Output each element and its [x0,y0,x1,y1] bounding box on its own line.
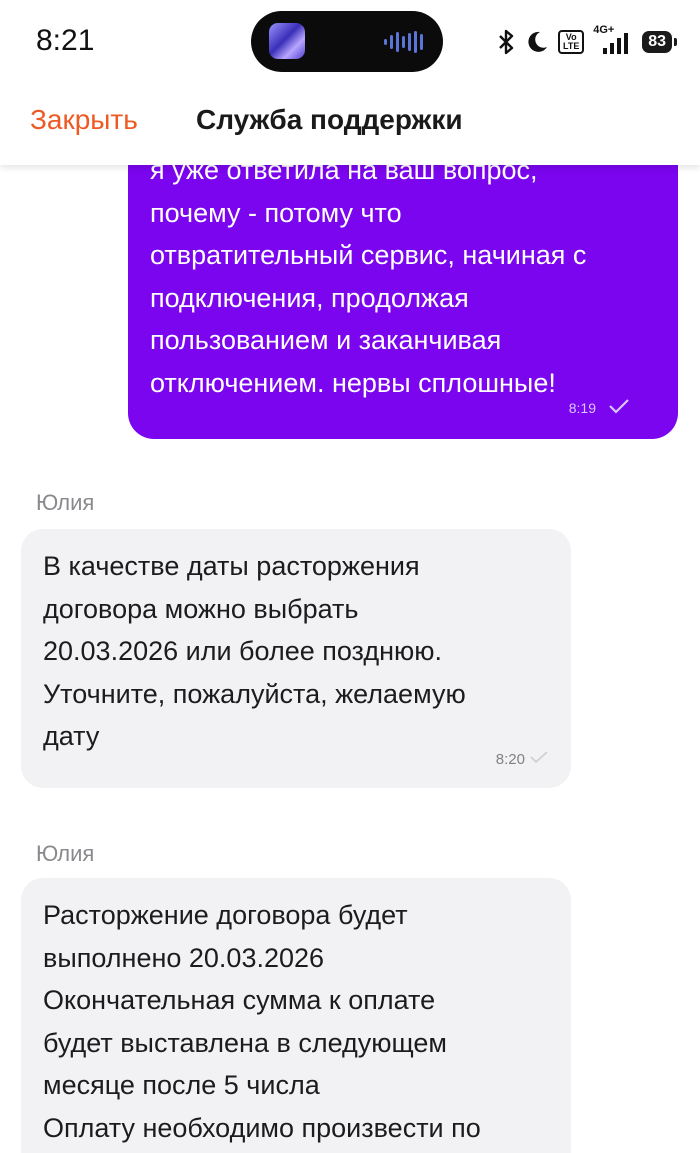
incoming-message[interactable]: Расторжение договора будет выполнено 20.… [21,878,571,1153]
delivered-check-icon [529,750,549,768]
signal-icon: 4G+ [593,24,633,56]
message-text: я уже ответила на ваш вопрос, почему - п… [150,165,587,398]
status-icons: Vo LTE 4G+ 83 [496,24,677,58]
moon-icon [525,30,549,54]
message-meta: 8:19 [569,398,630,417]
sender-name: Юлия [36,490,95,515]
battery-icon: 83 [642,31,677,53]
read-check-icon [608,398,630,417]
status-bar: 8:21 Vo LTE 4G+ 83 [0,0,700,84]
media-artwork-icon [269,23,305,59]
message-time: 8:20 [495,750,525,768]
outgoing-message[interactable]: я уже ответила на ваш вопрос, почему - п… [128,165,678,439]
message-text: Расторжение договора будет выполнено 20.… [43,900,481,1143]
message-time: 8:19 [568,399,596,416]
nav-header: Закрыть Служба поддержки [0,84,700,165]
audio-waveform-icon [384,31,423,53]
volte-icon: Vo LTE [558,30,585,54]
status-time: 8:21 [36,24,95,57]
dynamic-island[interactable] [251,11,443,72]
message-meta: 8:20 [496,750,549,768]
bluetooth-icon [496,29,516,55]
page-title: Служба поддержки [196,104,463,135]
message-text: В качестве даты расторжения договора мож… [43,551,466,751]
close-button[interactable]: Закрыть [30,104,138,136]
incoming-message[interactable]: В качестве даты расторжения договора мож… [21,529,571,788]
sender-name: Юлия [36,841,95,866]
chat-messages[interactable]: я уже ответила на ваш вопрос, почему - п… [0,165,700,1153]
